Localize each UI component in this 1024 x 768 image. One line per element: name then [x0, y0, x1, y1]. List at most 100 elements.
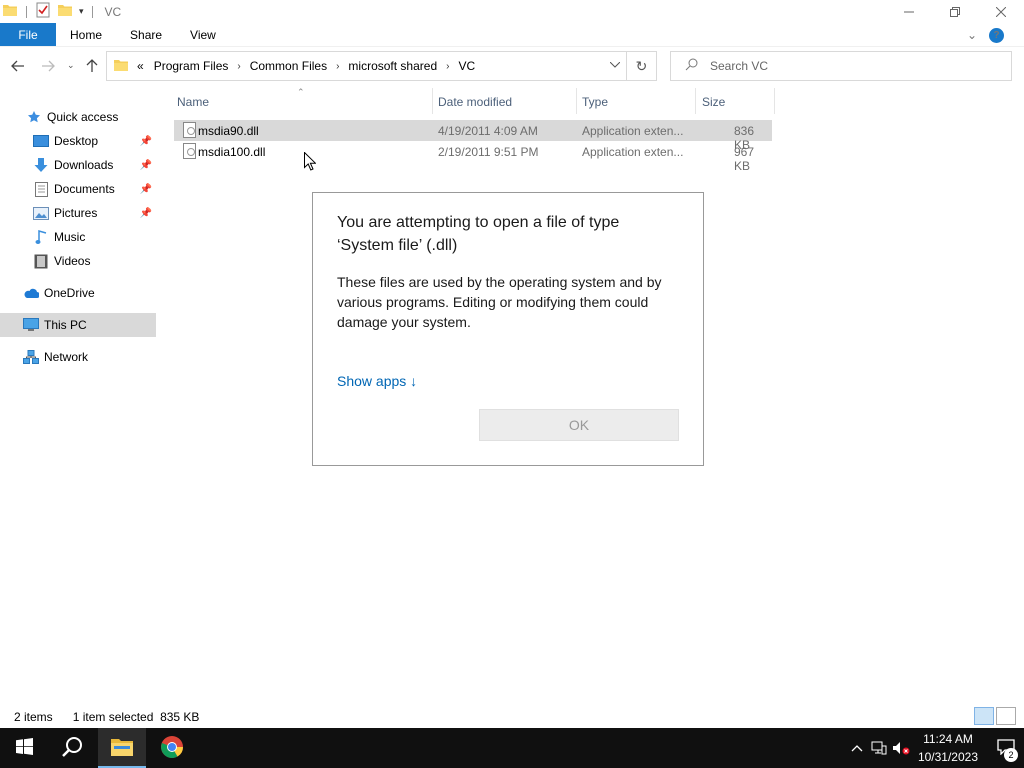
pin-icon[interactable]: 📌 [140, 184, 152, 195]
address-row: ⌄ « Program Files › Common Files › micro… [0, 50, 1024, 83]
column-size[interactable]: Size [702, 95, 725, 109]
file-explorer-taskbar-button[interactable] [98, 728, 146, 768]
recent-locations-icon[interactable]: ⌄ [67, 60, 75, 71]
refresh-icon: ↻ [635, 57, 648, 74]
show-apps-link[interactable]: Show apps ↓ [337, 373, 417, 389]
notifications-button[interactable]: 2 [988, 728, 1024, 768]
search-box[interactable]: Search VC [670, 51, 1012, 81]
clock-time: 11:24 AM [923, 732, 973, 746]
breadcrumb-program-files[interactable]: Program Files [154, 59, 229, 73]
pin-icon[interactable]: 📌 [140, 160, 152, 171]
dll-file-icon [183, 122, 196, 138]
chevron-right-icon[interactable]: › [446, 61, 449, 72]
item-count: 2 items [14, 710, 53, 724]
chevron-right-icon[interactable]: › [237, 61, 240, 72]
window-controls [886, 0, 1024, 23]
tab-file[interactable]: File [0, 23, 56, 46]
view-buttons [972, 707, 1016, 725]
forward-icon[interactable] [41, 59, 55, 75]
column-date-modified[interactable]: Date modified [438, 95, 512, 109]
ok-button[interactable]: OK [479, 409, 679, 441]
file-date: 4/19/2011 4:09 AM [438, 124, 538, 138]
breadcrumb-common-files[interactable]: Common Files [250, 59, 327, 73]
column-name[interactable]: Name [177, 95, 209, 109]
nav-documents[interactable]: Documents 📌 [0, 177, 156, 201]
pin-icon[interactable]: 📌 [140, 136, 152, 147]
cloud-icon [23, 285, 39, 301]
search-placeholder: Search VC [710, 59, 769, 73]
restore-button[interactable] [932, 0, 978, 23]
tab-share[interactable]: Share [116, 23, 176, 46]
chrome-icon [160, 735, 184, 762]
up-icon[interactable] [86, 59, 98, 76]
nav-label: Music [54, 230, 86, 244]
ribbon-right-controls: ⌄ ? [961, 23, 1024, 47]
column-divider[interactable] [695, 88, 696, 114]
chevron-up-icon[interactable] [846, 728, 868, 768]
nav-label: Pictures [54, 206, 98, 220]
help-icon[interactable]: ? [989, 27, 1004, 43]
network-icon[interactable] [868, 728, 890, 768]
column-type[interactable]: Type [582, 95, 608, 109]
nav-onedrive[interactable]: OneDrive [0, 281, 156, 305]
search-button[interactable] [48, 728, 96, 768]
volume-muted-icon[interactable] [890, 728, 912, 768]
ribbon-tabs: File Home Share View ⌄ ? [0, 23, 1024, 47]
customize-toolbar-icon[interactable]: ▾ [79, 6, 84, 17]
chrome-taskbar-button[interactable] [148, 728, 196, 768]
star-icon [26, 109, 42, 125]
mouse-cursor-icon [304, 151, 317, 174]
breadcrumb-vc[interactable]: VC [458, 59, 475, 73]
file-type: Application exten... [582, 124, 684, 138]
address-dropdown-icon[interactable] [609, 60, 621, 71]
new-folder-icon[interactable] [57, 3, 73, 20]
back-icon[interactable] [11, 59, 25, 75]
column-divider[interactable] [576, 88, 577, 114]
open-with-dialog: You are attempting to open a file of typ… [312, 192, 704, 466]
toolbar-separator [26, 5, 27, 18]
search-icon [61, 736, 83, 761]
nav-desktop[interactable]: Desktop 📌 [0, 129, 156, 153]
refresh-button[interactable]: ↻ [626, 52, 656, 80]
column-divider[interactable] [774, 88, 775, 114]
nav-downloads[interactable]: Downloads 📌 [0, 153, 156, 177]
breadcrumb-overflow-icon[interactable]: « [137, 59, 144, 73]
address-bar[interactable]: « Program Files › Common Files › microso… [106, 51, 657, 81]
column-divider[interactable] [432, 88, 433, 114]
expand-ribbon-icon[interactable]: ⌄ [967, 28, 977, 42]
folder-icon [2, 3, 18, 20]
nav-label: Documents [54, 182, 115, 196]
nav-pictures[interactable]: Pictures 📌 [0, 201, 156, 225]
videos-icon [33, 253, 49, 269]
large-icons-view-button[interactable] [996, 707, 1016, 725]
minimize-button[interactable] [886, 0, 932, 23]
quick-access-toolbar: ▾ VC [0, 0, 121, 23]
file-name: msdia100.dll [198, 145, 266, 159]
details-view-button[interactable] [974, 707, 994, 725]
computer-icon [23, 317, 39, 333]
pin-icon[interactable]: 📌 [140, 208, 152, 219]
nav-videos[interactable]: Videos [0, 249, 156, 273]
close-button[interactable] [978, 0, 1024, 23]
file-date: 2/19/2011 9:51 PM [438, 145, 539, 159]
file-list: ⌃ Name Date modified Type Size msdia90.d… [170, 87, 776, 173]
nav-this-pc[interactable]: This PC [0, 313, 156, 337]
folder-icon [113, 58, 129, 75]
breadcrumb: « Program Files › Common Files › microso… [113, 58, 481, 75]
tab-view[interactable]: View [176, 23, 230, 46]
properties-icon[interactable] [35, 2, 51, 21]
start-button[interactable] [0, 728, 48, 768]
tab-home[interactable]: Home [56, 23, 116, 46]
chevron-right-icon[interactable]: › [336, 61, 339, 72]
download-icon [33, 157, 49, 173]
file-row-msdia90[interactable]: msdia90.dll 4/19/2011 4:09 AM Applicatio… [174, 120, 772, 152]
navigation-pane: Quick access Desktop 📌 Downloads 📌 Docum… [0, 88, 160, 700]
breadcrumb-microsoft-shared[interactable]: microsoft shared [348, 59, 437, 73]
nav-quick-access[interactable]: Quick access [0, 105, 156, 129]
nav-music[interactable]: Music [0, 225, 156, 249]
nav-network[interactable]: Network [0, 345, 156, 369]
clock[interactable]: 11:24 AM 10/31/2023 [918, 730, 978, 766]
file-name: msdia90.dll [198, 124, 259, 138]
dialog-message: These files are used by the operating sy… [337, 274, 662, 330]
file-row-msdia100[interactable]: msdia100.dll 2/19/2011 9:51 PM Applicati… [174, 141, 772, 173]
